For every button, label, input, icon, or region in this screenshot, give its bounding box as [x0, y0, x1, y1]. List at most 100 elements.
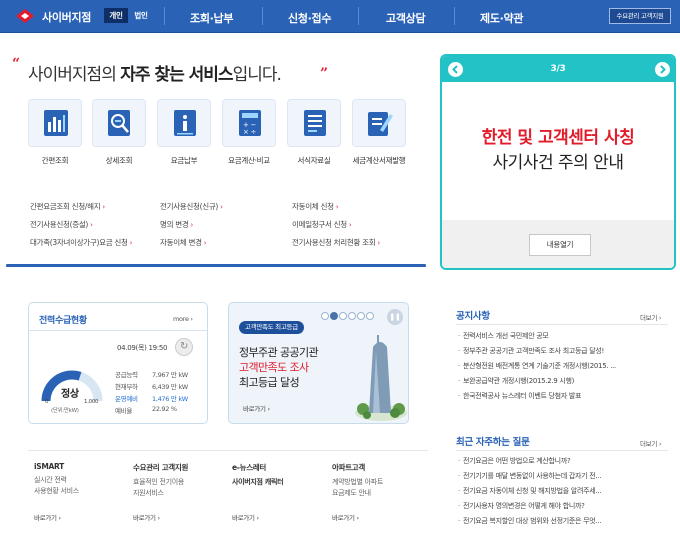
- gauge-min-label: 0: [45, 399, 49, 405]
- service-detail-inquiry[interactable]: 상세조회: [92, 99, 146, 166]
- promo-line3: 최고등급 달성: [239, 376, 300, 389]
- bottom-more-link[interactable]: 바로가기 ›: [34, 512, 61, 522]
- service-simple-inquiry[interactable]: 간편조회: [28, 99, 82, 166]
- divider: [456, 450, 668, 451]
- faq-item[interactable]: 전기요금 복지할인 대상 범위와 선정기준은 무엇...: [458, 516, 668, 526]
- nav-policy-terms[interactable]: 제도·약관: [480, 10, 523, 26]
- faq-title: 최근 자주하는 질문: [456, 437, 530, 448]
- logo-icon[interactable]: [14, 8, 36, 24]
- prev-arrow-icon[interactable]: [448, 62, 463, 77]
- promo-banner[interactable]: 고객만족도 최고등급 ❚❚ 정부주관 공공기관 고객만족도 조사 최고등급 달성…: [228, 302, 409, 424]
- bottom-link-demand[interactable]: 수요관리 고객지원 효율적인 전기이용 지원서비스 바로가기 ›: [133, 462, 223, 522]
- notice-page-indicator: 3/3: [442, 56, 674, 82]
- tab-personal[interactable]: 개인: [104, 8, 128, 23]
- carousel-dot[interactable]: [348, 312, 356, 320]
- faq-item[interactable]: 전기기기를 매달 변동없이 사용하는데 갑자기 전...: [458, 471, 668, 481]
- promo-line1: 정부주관 공공기관: [239, 346, 319, 359]
- nav-divider: [262, 7, 263, 25]
- svg-text:× ÷: × ÷: [243, 128, 256, 136]
- quick-link[interactable]: 자동이체 변경 ›: [160, 237, 206, 248]
- notice-title-line2: 사기사건 주의 안내: [492, 153, 624, 173]
- stat-label: 예비율: [115, 407, 133, 415]
- demand-support-button[interactable]: 수요관리 고객지원: [609, 8, 671, 24]
- notice-carousel: 3/3 한전 및 고객센터 사칭 사기사건 주의 안내 내용열기: [440, 54, 676, 270]
- service-form-library[interactable]: 서식자료실: [287, 99, 341, 166]
- carousel-dots[interactable]: [321, 312, 375, 322]
- faq-item[interactable]: 전기요금은 어떤 방법으로 계산합니까?: [458, 456, 668, 466]
- bar-chart-icon: [44, 110, 68, 136]
- quick-link[interactable]: 간편요금조회 신청/해지 ›: [30, 201, 105, 212]
- carousel-dot[interactable]: [321, 312, 329, 320]
- open-content-button[interactable]: 내용열기: [529, 234, 591, 256]
- gauge-max-label: 1,000: [84, 399, 99, 405]
- section-divider: [6, 264, 426, 267]
- promo-badge: 고객만족도 최고등급: [239, 321, 304, 334]
- notice-footer: 내용열기: [442, 220, 674, 268]
- quick-link[interactable]: 자동이체 신청 ›: [292, 201, 338, 212]
- stat-label: 운영예비: [115, 395, 138, 403]
- stat-value: 22.92 %: [152, 405, 177, 413]
- bottom-more-link[interactable]: 바로가기 ›: [232, 512, 259, 522]
- stat-label: 현재부하: [115, 383, 138, 391]
- announcement-item[interactable]: 전력서비스 개선 국민제안 공모: [458, 331, 668, 341]
- bottom-link-newsletter[interactable]: e-뉴스레터 사이버지점 캐릭터 바로가기 ›: [232, 462, 322, 522]
- power-supply-panel: 전력수급현황 more › 04.09(목) 19:50 ↻ 정상 0 1,00…: [28, 302, 208, 424]
- nav-customer-consult[interactable]: 고객상담: [386, 10, 426, 26]
- quick-link[interactable]: 대가족(3자녀이상가구)요금 신청 ›: [30, 237, 132, 248]
- announcement-item[interactable]: 한국전력공사 뉴스레터 이벤트 당첨자 발표: [458, 391, 668, 401]
- notice-title-line1: 한전 및 고객센터 사칭: [481, 128, 635, 148]
- bottom-link-apartment[interactable]: 아파트고객 계약방법별 아파트 요금제도 안내 바로가기 ›: [332, 462, 422, 522]
- carousel-dot[interactable]: [357, 312, 365, 320]
- stat-value: 7,967 만 kW: [152, 371, 188, 379]
- promo-more-link[interactable]: 바로가기 ›: [243, 403, 270, 413]
- nav-divider: [454, 7, 455, 25]
- quote-close-icon: ”: [320, 66, 328, 82]
- stat-label: 공급능력: [115, 371, 138, 379]
- bottom-more-link[interactable]: 바로가기 ›: [332, 512, 359, 522]
- announcements-title: 공지사항: [456, 311, 490, 322]
- quick-link[interactable]: 이메일청구서 신청 ›: [292, 219, 352, 230]
- panel-title: 전력수급현황: [39, 316, 87, 326]
- stat-value: 1,476 만 kW: [152, 395, 188, 403]
- faq-item[interactable]: 전기요금 자동이체 신청 및 해지방법을 알려주세...: [458, 486, 668, 496]
- tab-corporate[interactable]: 법인: [130, 8, 152, 23]
- carousel-dot[interactable]: [366, 312, 374, 320]
- quick-link[interactable]: 전기사용신청(신규) ›: [160, 201, 223, 212]
- power-more-link[interactable]: more ›: [173, 315, 193, 323]
- nav-application[interactable]: 신청·접수: [288, 10, 331, 26]
- service-bill-calculation[interactable]: + − × ÷ 요금계산·비교: [222, 99, 276, 166]
- brand-title[interactable]: 사이버지점: [42, 9, 91, 25]
- pencil-document-icon: [368, 112, 393, 136]
- quick-link[interactable]: 명의 변경 ›: [160, 219, 193, 230]
- carousel-dot[interactable]: [330, 312, 338, 320]
- quote-open-icon: “: [12, 56, 20, 72]
- nav-divider: [358, 7, 359, 25]
- service-tax-invoice-reissue[interactable]: 세금계산서재발행: [352, 99, 406, 166]
- info-card-icon: [174, 110, 196, 136]
- divider: [28, 450, 428, 451]
- form-list-icon: [304, 110, 326, 136]
- quick-link[interactable]: 전기사용신청 처리현황 조회 ›: [292, 237, 380, 248]
- quick-link[interactable]: 전기사용신청(증설) ›: [30, 219, 93, 230]
- announcement-item[interactable]: 보완공급약관 개정시행(2015.2.9 시행): [458, 376, 668, 386]
- nav-inquiry-payment[interactable]: 조회·납부: [190, 10, 233, 26]
- bottom-more-link[interactable]: 바로가기 ›: [133, 512, 160, 522]
- announcement-item[interactable]: 정부주관 공공기관 고객만족도 조사 최고등급 달성!: [458, 346, 668, 356]
- faq-item[interactable]: 전기사용자 명의변경은 어떻게 해야 합니까?: [458, 501, 668, 511]
- carousel-dot[interactable]: [339, 312, 347, 320]
- announcements-more-link[interactable]: 더보기 ›: [640, 312, 661, 322]
- gauge-unit: (단위:만kW): [51, 408, 79, 414]
- pause-icon[interactable]: ❚❚: [387, 309, 403, 325]
- page-headline: 사이버지점의 자주 찾는 서비스입니다.: [28, 65, 282, 85]
- next-arrow-icon[interactable]: [655, 62, 670, 77]
- service-bill-payment[interactable]: 요금납부: [157, 99, 211, 166]
- magnify-document-icon: [108, 110, 130, 136]
- announcement-item[interactable]: 분산형전원 배전계통 연계 기술기준 개정시행(2015. ...: [458, 361, 668, 371]
- divider: [456, 324, 668, 325]
- faq-more-link[interactable]: 더보기 ›: [640, 438, 661, 448]
- building-illustration-icon: [355, 335, 407, 421]
- supply-state: 정상: [61, 389, 79, 400]
- refresh-icon[interactable]: ↻: [175, 338, 193, 356]
- bottom-link-ismart[interactable]: iSMART 실시간 전력 사용현황 서비스 바로가기 ›: [34, 462, 124, 522]
- timestamp: 04.09(목) 19:50: [117, 344, 168, 352]
